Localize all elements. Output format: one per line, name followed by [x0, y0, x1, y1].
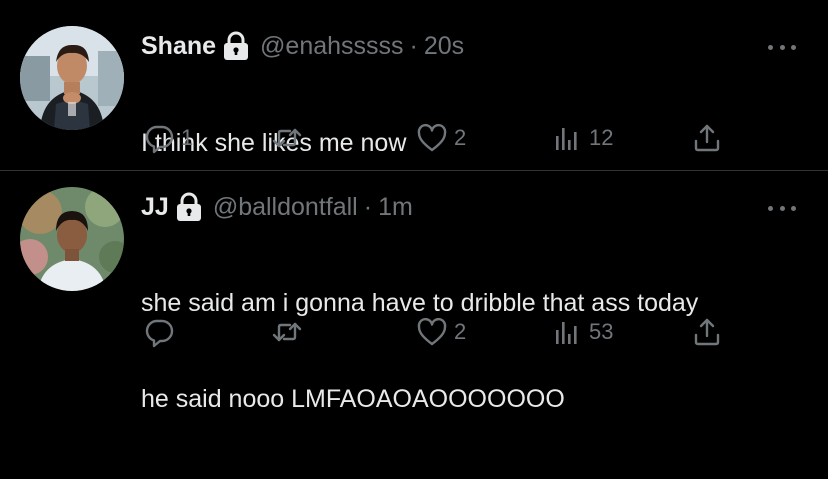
retweet-icon	[272, 322, 302, 342]
tweet[interactable]: Shane @enahsssss · 20s I think she likes…	[0, 0, 828, 170]
reply-count: 1	[181, 125, 194, 150]
views-button[interactable]: 12	[551, 118, 613, 158]
share-icon	[694, 318, 720, 346]
tweet-header: JJ @balldontfall · 1m	[141, 190, 413, 224]
timeline: Shane @enahsssss · 20s I think she likes…	[0, 0, 828, 413]
tweet[interactable]: JJ @balldontfall · 1m she said am i gonn…	[0, 171, 828, 413]
view-count: 12	[589, 125, 614, 150]
views-icon	[556, 128, 577, 150]
like-count: 2	[454, 125, 467, 150]
reply-icon	[145, 125, 174, 154]
tweet-text-line: he said nooo LMFAOAOAOOOOOOO	[141, 385, 565, 413]
more-icon[interactable]	[768, 43, 796, 51]
display-name[interactable]: Shane	[141, 32, 216, 61]
handle[interactable]: @balldontfall	[213, 193, 358, 222]
tweet-actions: 1 2 12	[141, 118, 741, 158]
tweet-header: Shane @enahsssss · 20s	[141, 29, 464, 63]
reply-button[interactable]	[143, 312, 181, 352]
views-button[interactable]: 53	[551, 312, 613, 352]
reply-icon	[145, 319, 174, 348]
tweet-actions: 2 53	[141, 312, 741, 352]
avatar[interactable]	[20, 187, 124, 291]
reply-button[interactable]: 1	[143, 118, 193, 158]
display-name[interactable]: JJ	[141, 193, 169, 222]
retweet-button[interactable]	[271, 312, 309, 352]
like-button[interactable]: 2	[416, 312, 466, 352]
separator: ·	[363, 192, 373, 221]
like-count: 2	[454, 319, 467, 344]
heart-icon	[417, 123, 447, 152]
handle[interactable]: @enahsssss	[260, 32, 404, 61]
timestamp[interactable]: 20s	[424, 32, 464, 61]
avatar[interactable]	[20, 26, 124, 130]
views-icon	[556, 322, 577, 344]
separator: ·	[409, 31, 418, 60]
more-icon[interactable]	[768, 204, 796, 212]
share-icon	[694, 124, 720, 152]
lock-icon	[175, 192, 203, 222]
share-button[interactable]	[691, 312, 723, 352]
retweet-button[interactable]	[271, 118, 309, 158]
view-count: 53	[589, 319, 614, 344]
like-button[interactable]: 2	[416, 118, 466, 158]
retweet-icon	[272, 128, 302, 148]
timestamp[interactable]: 1m	[378, 193, 413, 222]
heart-icon	[417, 317, 447, 346]
share-button[interactable]	[691, 118, 723, 158]
lock-icon	[222, 31, 250, 61]
